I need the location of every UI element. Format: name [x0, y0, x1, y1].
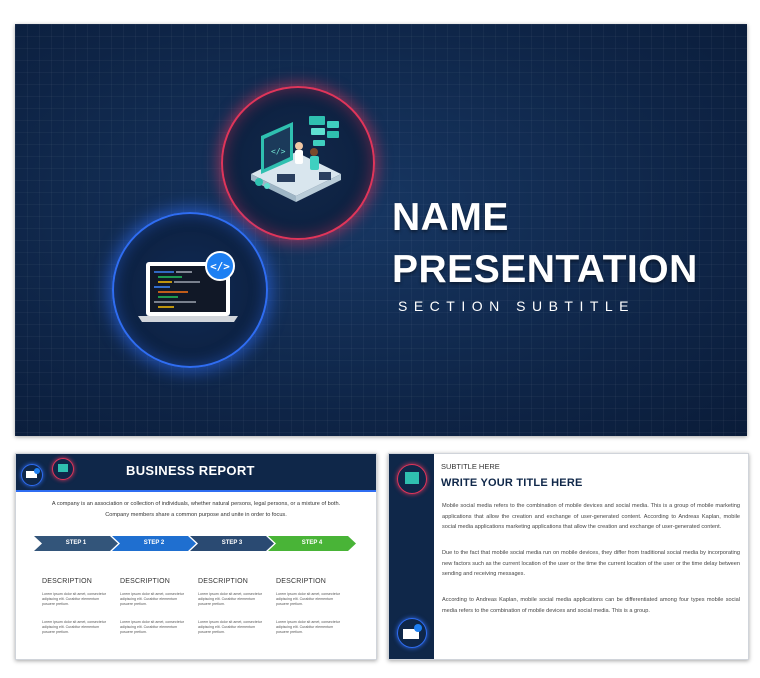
description-heading-1: DESCRIPTION: [42, 578, 93, 585]
step-1-arrow: STEP 1: [34, 536, 118, 551]
report-title: BUSINESS REPORT: [126, 463, 255, 478]
step-4-arrow: STEP 4: [268, 536, 356, 551]
article-title: WRITE YOUR TITLE HERE: [441, 477, 583, 489]
intro-line-1: A company is an association or collectio…: [51, 501, 341, 507]
laptop-mini-icon: [397, 618, 427, 648]
description-text-3a: Lorem ipsum dolor sit amet, consectetur …: [198, 592, 262, 606]
title-slide[interactable]: </> </> NAME PRESENTATION SECTION SUBTIT…: [15, 24, 747, 436]
description-heading-2: DESCRIPTION: [120, 578, 171, 585]
slide-subtitle: SECTION SUBTITLE: [398, 298, 636, 314]
description-text-1b: Lorem ipsum dolor sit amet, consectetur …: [42, 620, 106, 634]
header-accent-line: [16, 490, 376, 492]
svg-text:</>: </>: [210, 260, 230, 273]
laptop-mini-icon: [21, 464, 43, 486]
developers-mini-icon: [52, 458, 74, 480]
article-paragraph-1: Mobile social media refers to the combin…: [442, 503, 740, 530]
article-sidebar: [389, 454, 434, 659]
report-header-bar: BUSINESS REPORT: [16, 454, 376, 492]
article-paragraph-2: Due to the fact that mobile social media…: [442, 550, 740, 577]
description-text-4b: Lorem ipsum dolor sit amet, consectetur …: [276, 620, 340, 634]
description-text-1a: Lorem ipsum dolor sit amet, consectetur …: [42, 592, 106, 606]
slide-title-line-2: PRESENTATION: [392, 248, 698, 291]
slide-title-line-1: NAME: [392, 196, 509, 239]
step-3-arrow: STEP 3: [190, 536, 274, 551]
developers-mini-icon: [397, 464, 427, 494]
svg-text:</>: </>: [271, 147, 286, 156]
description-heading-4: DESCRIPTION: [276, 578, 327, 585]
step-2-arrow: STEP 2: [112, 536, 196, 551]
description-heading-3: DESCRIPTION: [198, 578, 249, 585]
description-text-2a: Lorem ipsum dolor sit amet, consectetur …: [120, 592, 184, 606]
article-paragraph-3: According to Andreas Kaplan, mobile soci…: [442, 597, 740, 614]
description-text-4a: Lorem ipsum dolor sit amet, consectetur …: [276, 592, 340, 606]
laptop-code-icon: </>: [138, 251, 238, 322]
article-subtitle: SUBTITLE HERE: [441, 462, 500, 471]
business-report-slide-thumbnail[interactable]: BUSINESS REPORT A company is an associat…: [15, 453, 377, 660]
description-text-2b: Lorem ipsum dolor sit amet, consectetur …: [120, 620, 184, 634]
report-intro: A company is an association or collectio…: [36, 499, 356, 521]
article-slide-thumbnail[interactable]: SUBTITLE HERE WRITE YOUR TITLE HERE Mobi…: [388, 453, 749, 660]
intro-line-2: Company members share a common purpose a…: [105, 512, 287, 518]
laptop-ring: </>: [112, 212, 268, 368]
description-text-3b: Lorem ipsum dolor sit amet, consectetur …: [198, 620, 262, 634]
